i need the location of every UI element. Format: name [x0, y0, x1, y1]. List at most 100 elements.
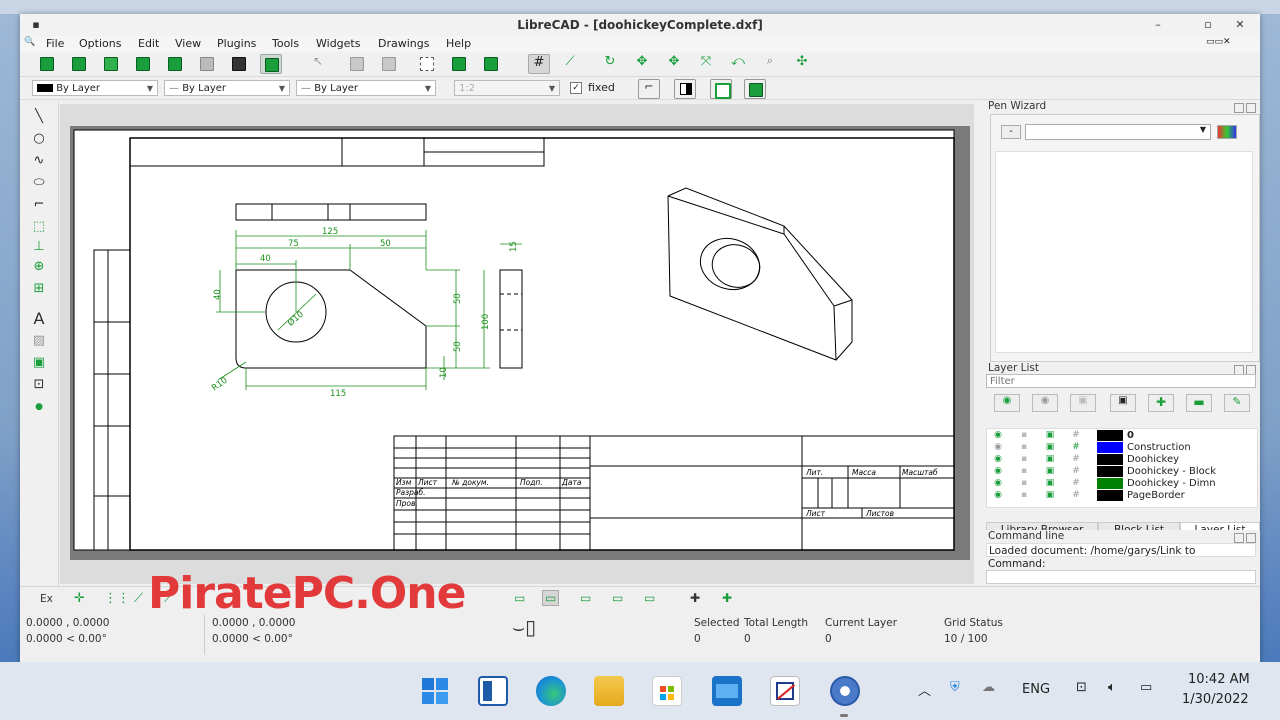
print-preview-icon[interactable] — [260, 54, 282, 74]
save-icon[interactable] — [132, 54, 152, 72]
curve-tool-icon[interactable]: ∿ — [28, 152, 50, 170]
undo-icon[interactable] — [346, 54, 366, 72]
onedrive-cloud-icon[interactable]: ☁ — [982, 680, 995, 695]
lock-icon[interactable]: ▪ — [1019, 443, 1029, 452]
modify-tool-icon[interactable]: ⊕ — [28, 258, 50, 276]
lock-all-icon[interactable]: ▣ — [1110, 394, 1136, 412]
minimize-button[interactable]: – — [1150, 17, 1166, 33]
fillet-icon[interactable]: ⌐ — [638, 79, 660, 99]
tray-overflow-icon[interactable]: ︿ — [918, 680, 931, 699]
redraw-icon[interactable]: ↻ — [600, 54, 620, 72]
network-icon[interactable]: ⊡ — [1076, 680, 1087, 695]
construction-icon[interactable]: # — [1071, 479, 1081, 488]
menu-drawings[interactable]: Drawings — [378, 37, 429, 50]
lock-icon[interactable]: ▪ — [1019, 467, 1029, 476]
eye-icon[interactable]: ◉ — [993, 491, 1003, 500]
color-palette-icon[interactable] — [1217, 125, 1237, 139]
hatch-tool-icon[interactable]: ▨ — [28, 332, 50, 350]
layer-row[interactable]: ◉ ▪ ▣ # Doohickey - Dimn — [987, 478, 1257, 490]
linewidth-select[interactable]: — By Layer ▼ — [296, 80, 436, 96]
zoom-window-icon[interactable]: ⌕ — [760, 54, 780, 72]
construction-icon[interactable]: # — [1071, 443, 1081, 452]
snap-endpoint-icon[interactable]: ⟋ — [134, 591, 143, 606]
construction-icon[interactable]: # — [1071, 491, 1081, 500]
menu-widgets[interactable]: Widgets — [316, 37, 360, 50]
show-all-layers-icon[interactable]: ◉ — [994, 394, 1020, 412]
dock-float-button[interactable] — [1234, 533, 1244, 543]
printer-icon[interactable]: ▣ — [1045, 431, 1055, 440]
lock-relative-zero-icon[interactable]: ✚ — [690, 591, 700, 605]
layer-row[interactable]: ◉ ▪ ▣ # 0 — [987, 430, 1257, 442]
new-file-icon[interactable] — [36, 54, 56, 72]
pen-remove-button[interactable]: - — [1001, 125, 1021, 139]
select-pointer-icon[interactable]: ↖ — [308, 54, 328, 72]
menu-options[interactable]: Options — [79, 37, 121, 50]
zoom-out-icon[interactable]: ✥ — [664, 54, 684, 72]
restrict-ortho-icon[interactable]: ▭ — [542, 590, 560, 606]
layer-row[interactable]: ◉ ▪ ▣ # Construction — [987, 442, 1257, 454]
printer-icon[interactable]: ▣ — [1045, 455, 1055, 464]
point-tool-icon[interactable]: ● — [28, 398, 50, 416]
eye-icon[interactable]: ◉ — [993, 455, 1003, 464]
remove-layer-icon[interactable]: ▬ — [1186, 394, 1212, 412]
select-tool-icon[interactable]: ⬚ — [28, 218, 50, 236]
grid-icon[interactable]: # — [528, 54, 550, 74]
doc-icon[interactable]: 🔍 — [24, 37, 35, 47]
snap-middle-icon[interactable]: ✚ — [722, 591, 732, 605]
snap-grid-icon[interactable]: ⋮⋮ — [104, 591, 130, 606]
printer-icon[interactable]: ▣ — [1045, 467, 1055, 476]
print-icon[interactable] — [228, 54, 248, 72]
lock-icon[interactable]: ▪ — [1019, 479, 1029, 488]
snap-exclusive-label[interactable]: Ex — [40, 593, 53, 605]
store-icon[interactable] — [652, 676, 682, 706]
set-relative-zero-icon[interactable]: ▭ — [644, 591, 655, 605]
mail-icon[interactable] — [712, 676, 742, 706]
layer-row[interactable]: ◉ ▪ ▣ # PageBorder — [987, 490, 1257, 502]
menu-help[interactable]: Help — [446, 37, 471, 50]
menu-view[interactable]: View — [175, 37, 201, 50]
layer-row[interactable]: ◉ ▪ ▣ # Doohickey — [987, 454, 1257, 466]
layer-row[interactable]: ◉ ▪ ▣ # Doohickey - Block — [987, 466, 1257, 478]
measure-tool-icon[interactable]: ⊞ — [28, 280, 50, 298]
mdi-buttons[interactable]: ▭▭✕ — [1206, 37, 1231, 47]
fixed-checkbox[interactable]: ✓ — [570, 82, 582, 94]
clock-date[interactable]: 1/30/2022 — [1182, 692, 1249, 707]
new-template-icon[interactable] — [68, 54, 88, 72]
menu-file[interactable]: File — [46, 37, 64, 50]
printer-icon[interactable]: ▣ — [1045, 491, 1055, 500]
scale-select[interactable]: 1:2 ▼ — [454, 80, 560, 96]
lock-icon[interactable]: ▪ — [1019, 491, 1029, 500]
hide-all-layers-icon[interactable]: ◉ — [1032, 394, 1058, 412]
open-file-icon[interactable] — [100, 54, 120, 72]
pen-list[interactable] — [995, 151, 1253, 353]
circle-tool-icon[interactable]: ○ — [28, 130, 50, 148]
menu-edit[interactable]: Edit — [138, 37, 159, 50]
clock-time[interactable]: 10:42 AM — [1188, 672, 1250, 687]
edit-layer-icon[interactable]: ✎ — [1224, 394, 1250, 412]
draft-mode-icon[interactable]: ⟋ — [560, 54, 580, 72]
block-tool-icon[interactable]: ⊡ — [28, 376, 50, 394]
save-all-icon[interactable] — [164, 54, 184, 72]
line-tool-icon[interactable]: ╲ — [28, 108, 50, 126]
linetype-select[interactable]: — By Layer ▼ — [164, 80, 290, 96]
menu-tools[interactable]: Tools — [272, 37, 299, 50]
construction-icon[interactable]: # — [1071, 455, 1081, 464]
layer-filter-input[interactable] — [986, 374, 1256, 388]
language-indicator[interactable]: ENG — [1022, 682, 1050, 697]
printer-icon[interactable]: ▣ — [1045, 479, 1055, 488]
menu-plugins[interactable]: Plugins — [217, 37, 256, 50]
construction-icon[interactable]: # — [1071, 431, 1081, 440]
edge-browser-icon[interactable] — [536, 676, 566, 706]
zoom-previous-icon[interactable]: ⤺ — [728, 54, 748, 72]
security-shield-icon[interactable]: ⛨ — [950, 680, 960, 695]
block-icon[interactable] — [744, 79, 766, 99]
save-as-icon[interactable] — [196, 54, 216, 72]
settings-gear-icon[interactable] — [830, 676, 860, 706]
eye-icon[interactable]: ◉ — [993, 443, 1003, 452]
ellipse-tool-icon[interactable]: ⬭ — [28, 174, 50, 192]
invert-icon[interactable] — [674, 79, 696, 99]
command-input[interactable] — [986, 570, 1256, 584]
redo-icon[interactable] — [378, 54, 398, 72]
file-explorer-icon[interactable] — [594, 676, 624, 706]
restrict-nothing-icon[interactable]: ▭ — [514, 591, 525, 605]
